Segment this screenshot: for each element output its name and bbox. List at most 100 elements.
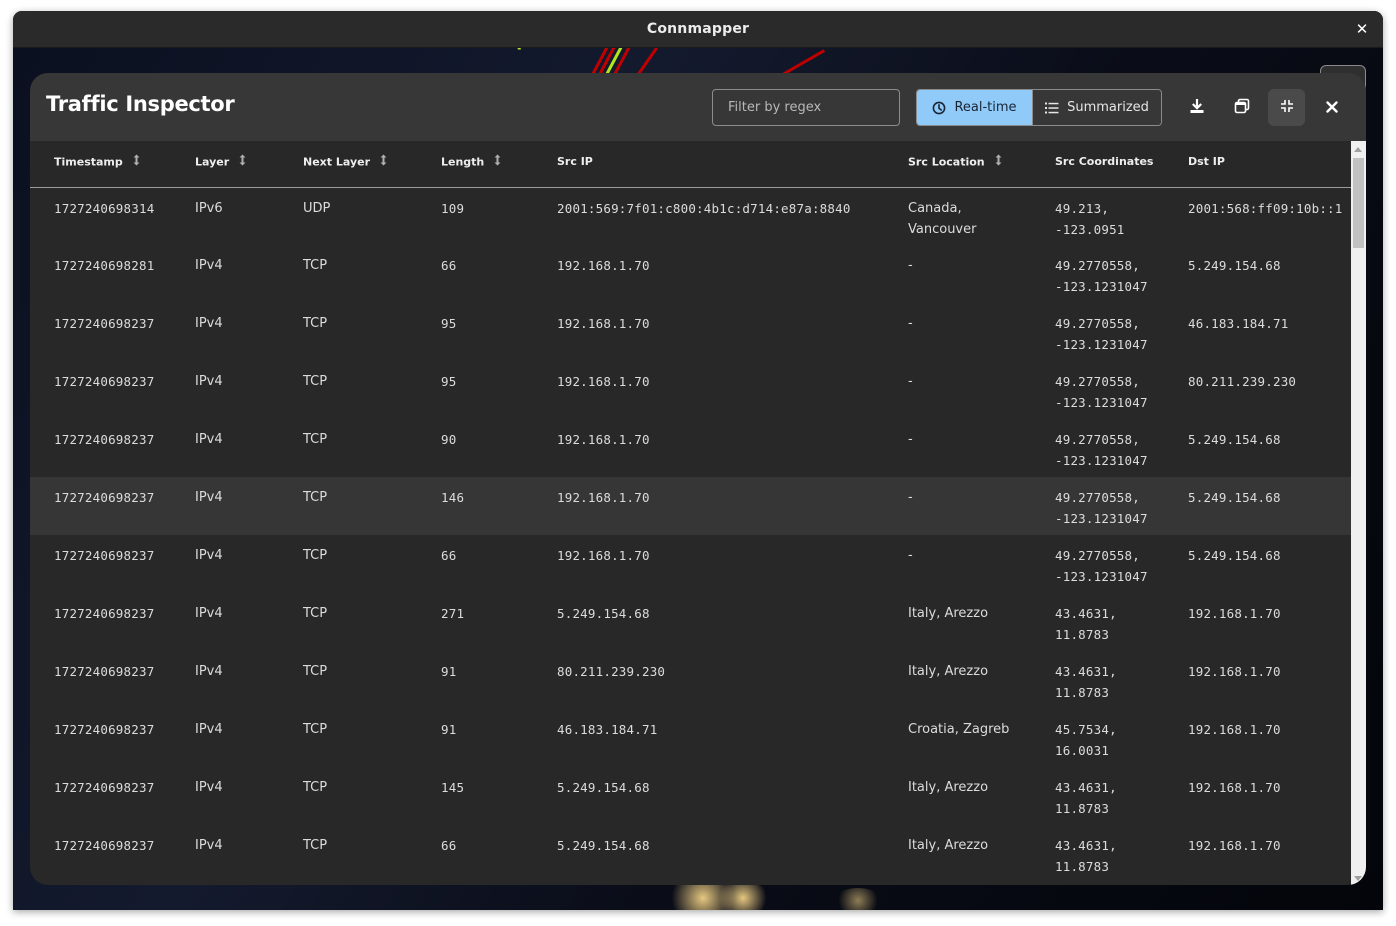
table-header-row: Timestamp Layer Next Layer Length Src IP Src … xyxy=(30,141,1351,188)
cell-next-layer: UDP xyxy=(303,200,331,216)
cell-length: 109 xyxy=(441,200,465,216)
close-icon[interactable]: ✕ xyxy=(1353,20,1371,38)
table-row[interactable]: 1727240698281 IPv4 TCP 66 192.168.1.70 - 49.27… xyxy=(30,245,1351,303)
detach-window-button[interactable] xyxy=(1223,89,1260,126)
download-button[interactable] xyxy=(1178,89,1215,126)
realtime-toggle-button[interactable]: Real-time xyxy=(917,90,1032,125)
cell-layer: IPv4 xyxy=(195,838,223,853)
traffic-inspector-dialog: Traffic Inspector Real-time Summarized xyxy=(30,73,1366,885)
cell-length: 66 xyxy=(441,838,457,853)
exit-fullscreen-button[interactable] xyxy=(1268,89,1305,126)
cell-timestamp: 1727240698237 xyxy=(54,374,155,389)
cell-layer: IPv4 xyxy=(195,780,223,795)
dialog-title: Traffic Inspector xyxy=(46,92,235,116)
sort-icon[interactable] xyxy=(133,154,140,169)
cell-src-location: Italy, Arezzo xyxy=(908,606,989,621)
cell-dst-ip: 192.168.1.70 xyxy=(1188,606,1281,621)
dialog-header: Traffic Inspector Real-time Summarized xyxy=(30,73,1366,141)
column-header-label: Timestamp xyxy=(54,155,123,169)
scrollbar-thumb[interactable] xyxy=(1353,158,1364,248)
table-row[interactable]: 1727240698237 IPv4 TCP 146 192.168.1.70-49.2… xyxy=(30,477,1351,535)
scroll-down-arrow-icon[interactable] xyxy=(1354,876,1362,881)
cell-src-location: Italy, Arezzo xyxy=(908,664,989,679)
column-header-label: Src Coordinates xyxy=(1055,155,1154,168)
table-row[interactable]: 1727240698237 IPv4 TCP 95 192.168.1.70 - 49.27… xyxy=(30,303,1351,361)
cell-next-layer: TCP xyxy=(279,477,417,535)
close-dialog-button[interactable] xyxy=(1313,89,1350,126)
cell-next-layer: TCP xyxy=(303,606,328,621)
column-header-label: Length xyxy=(441,155,485,169)
map-connection-line xyxy=(517,48,527,50)
city-lights xyxy=(833,888,883,910)
table-row[interactable]: 1727240698237 IPv4 TCP 91 80.211.239.230 Ital… xyxy=(30,651,1351,709)
filter-regex-input[interactable] xyxy=(712,89,900,126)
cell-src-ip: 80.211.239.230 xyxy=(557,664,666,679)
cell-length: 145 xyxy=(441,780,465,795)
cell-src-coordinates: 49.213, -123.0951 xyxy=(1055,200,1125,237)
sort-icon[interactable] xyxy=(380,154,387,169)
cell-layer: IPv4 xyxy=(195,606,223,621)
cell-src-location: Croatia, Zagreb xyxy=(908,722,1010,737)
cell-dst-ip: 192.168.1.70 xyxy=(1188,780,1281,795)
cell-src-location: - xyxy=(884,477,1031,535)
cell-next-layer: TCP xyxy=(303,374,328,389)
table-row[interactable]: 1727240698237 IPv4 TCP 66 192.168.1.70 - 49.27… xyxy=(30,535,1351,593)
column-header-timestamp[interactable]: Timestamp xyxy=(30,141,171,188)
traffic-table: Timestamp Layer Next Layer Length Src IP Src … xyxy=(30,141,1351,883)
cell-layer: IPv6 xyxy=(195,200,223,216)
table-row[interactable]: 1727240698237 IPv4 TCP 90 192.168.1.70 - 49.27… xyxy=(30,419,1351,477)
cell-next-layer: TCP xyxy=(303,780,328,795)
cell-timestamp: 1727240698281 xyxy=(54,258,155,273)
cell-src-ip: 192.168.1.70 xyxy=(557,316,650,331)
cell-src-ip: 2001:569:7f01:c800:4b1c:d714:e87a:8840 xyxy=(557,200,851,216)
table-row[interactable]: 1727240698237 IPv4 TCP 91 46.183.184.71 Croat… xyxy=(30,709,1351,767)
column-header-layer[interactable]: Layer xyxy=(171,141,279,188)
summarized-toggle-button[interactable]: Summarized xyxy=(1032,90,1161,125)
column-header-next-layer[interactable]: Next Layer xyxy=(279,141,417,188)
vertical-scrollbar[interactable] xyxy=(1351,141,1366,885)
column-header-label: Src Location xyxy=(908,155,985,169)
sort-icon[interactable] xyxy=(494,154,501,169)
cell-dst-ip: 2001:568:ff09:10b::1 xyxy=(1188,200,1343,216)
column-header-length[interactable]: Length xyxy=(417,141,533,188)
cell-src-ip: 46.183.184.71 xyxy=(557,722,658,737)
cell-src-ip: 192.168.1.70 xyxy=(557,258,650,273)
cell-layer: IPv4 xyxy=(171,477,279,535)
traffic-table-container: Timestamp Layer Next Layer Length Src IP Src … xyxy=(30,141,1351,885)
table-row[interactable]: 1727240698314 IPv6 UDP 109 2001:569:7f01:c80… xyxy=(30,187,1351,245)
sort-icon[interactable] xyxy=(995,154,1002,169)
cell-length: 66 xyxy=(441,258,457,273)
realtime-label: Real-time xyxy=(954,100,1017,115)
scroll-up-arrow-icon[interactable] xyxy=(1354,147,1362,152)
cell-timestamp: 1727240698237 xyxy=(54,606,155,621)
cell-dst-ip: 192.168.1.70 xyxy=(1188,664,1281,679)
cell-src-ip: 192.168.1.70 xyxy=(533,477,884,535)
cell-src-coordinates: 43.4631, 11.8783 xyxy=(1055,664,1117,700)
cell-src-ip: 192.168.1.70 xyxy=(557,432,650,447)
cell-layer: IPv4 xyxy=(195,258,223,273)
cell-next-layer: TCP xyxy=(303,316,328,331)
column-header-src-location[interactable]: Src Location xyxy=(884,141,1031,188)
cell-src-ip: 192.168.1.70 xyxy=(557,548,650,563)
cell-dst-ip: 192.168.1.70 xyxy=(1188,838,1281,853)
view-mode-toggle: Real-time Summarized xyxy=(916,89,1162,126)
table-row[interactable]: 1727240698237 IPv4 TCP 271 5.249.154.68 Italy… xyxy=(30,593,1351,651)
column-header-src-ip: Src IP xyxy=(533,141,884,188)
table-row[interactable]: 1727240698237 IPv4 TCP 66 5.249.154.68 Italy,… xyxy=(30,825,1351,883)
cell-dst-ip: 80.211.239.230 xyxy=(1188,374,1297,389)
cell-length: 146 xyxy=(417,477,533,535)
cell-src-coordinates: 43.4631, 11.8783 xyxy=(1055,838,1117,874)
cell-src-coordinates: 45.7534, 16.0031 xyxy=(1055,722,1117,758)
cell-src-coordinates: 49.2770558, -123.1231047 xyxy=(1055,258,1148,294)
sort-icon[interactable] xyxy=(239,154,246,169)
table-row[interactable]: 1727240698237 IPv4 TCP 95 192.168.1.70 - 49.27… xyxy=(30,361,1351,419)
city-lights xyxy=(713,883,773,910)
cell-src-location: Canada, Vancouver xyxy=(908,200,977,237)
cell-timestamp: 1727240698237 xyxy=(54,316,155,331)
cell-src-location: Italy, Arezzo xyxy=(908,780,989,795)
cell-length: 95 xyxy=(441,316,457,331)
table-row[interactable]: 1727240698237 IPv4 TCP 145 5.249.154.68 Italy… xyxy=(30,767,1351,825)
cell-next-layer: TCP xyxy=(303,838,328,853)
cell-src-coordinates: 43.4631, 11.8783 xyxy=(1055,606,1117,642)
titlebar: Connmapper ✕ xyxy=(13,11,1383,48)
